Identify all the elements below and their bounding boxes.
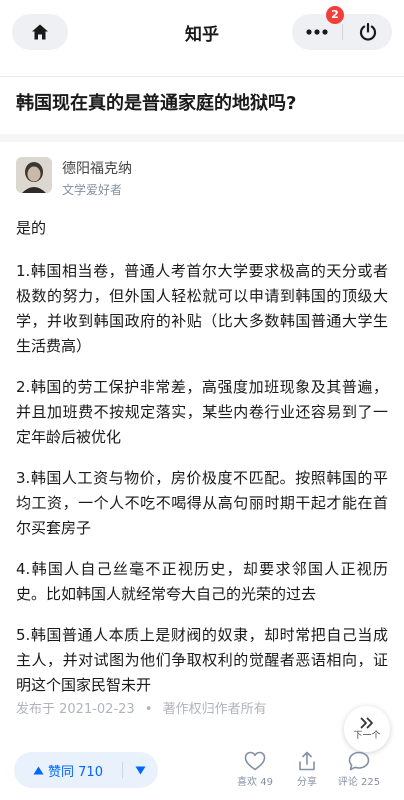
more-button[interactable]: 2 xyxy=(292,6,344,50)
divider xyxy=(0,76,404,77)
answer-paragraph: 3.韩国人工资与物价，房价极度不匹配。按照韩国的平均工资，一个人不吃不喝得从高句… xyxy=(16,469,388,537)
like-button[interactable]: 喜欢 49 xyxy=(230,751,280,793)
close-button[interactable] xyxy=(343,14,392,50)
triangle-down-icon xyxy=(135,766,146,774)
heart-icon xyxy=(244,751,266,771)
author-name[interactable]: 德阳福克纳 xyxy=(62,158,132,178)
answer-paragraph: 1.韩国相当卷，普通人考首尔大学要求极高的天分或者极数的努力，但外国人轻松就可以… xyxy=(16,262,388,355)
like-label: 喜欢 49 xyxy=(237,777,273,788)
vote-pill: 赞同 710 xyxy=(14,752,158,788)
answer-paragraph: 是的 xyxy=(16,219,47,237)
answer-meta: 发布于 2021-02-23 • 著作权归作者所有 xyxy=(16,698,267,717)
author-bio: 文学爱好者 xyxy=(62,183,123,197)
power-icon xyxy=(359,22,376,41)
share-button[interactable]: 分享 xyxy=(282,751,332,793)
copyright-notice: 著作权归作者所有 xyxy=(162,702,267,717)
next-answer-button[interactable]: 下一个 xyxy=(344,706,390,752)
upvote-label: 赞同 710 xyxy=(48,764,103,780)
publish-date: 发布于 2021-02-23 xyxy=(16,702,135,717)
comment-button[interactable]: 评论 225 xyxy=(334,751,384,793)
answer-body: 是的 1.韩国相当卷，普通人考首尔大学要求极高的天分或者极数的努力，但外国人轻松… xyxy=(16,216,388,714)
downvote-button[interactable] xyxy=(123,752,158,788)
header-action-pill: 2 xyxy=(292,6,392,50)
comment-icon xyxy=(348,751,370,771)
share-label: 分享 xyxy=(297,777,317,788)
notification-badge: 2 xyxy=(326,6,344,24)
more-icon xyxy=(306,29,328,35)
comment-label: 评论 225 xyxy=(337,777,381,788)
next-button-label: 下一个 xyxy=(353,731,381,741)
meta-separator: • xyxy=(144,702,153,717)
section-divider xyxy=(0,134,404,142)
answer-paragraph: 2.韩国的劳工保护非常差，高强度加班现象及其普遍，并且加班费不按规定落实，某些内… xyxy=(16,378,388,446)
answer-paragraph: 4.韩国人自己丝毫不正视历史，却要求邻国人正视历史。比如韩国人就经常夸大自己的光… xyxy=(16,560,388,603)
question-title[interactable]: 韩国现在真的是普通家庭的地狱吗? xyxy=(16,90,388,118)
top-bar: 知乎 2 xyxy=(0,0,404,64)
answer-paragraph: 5.韩国普通人本质上是财阀的奴隶，却时常把自己当成主人，并对试图为他们争取权利的… xyxy=(16,626,388,694)
triangle-up-icon xyxy=(33,766,44,774)
avatar[interactable] xyxy=(16,157,52,193)
upvote-button[interactable]: 赞同 710 xyxy=(14,752,122,788)
share-icon xyxy=(299,751,315,771)
